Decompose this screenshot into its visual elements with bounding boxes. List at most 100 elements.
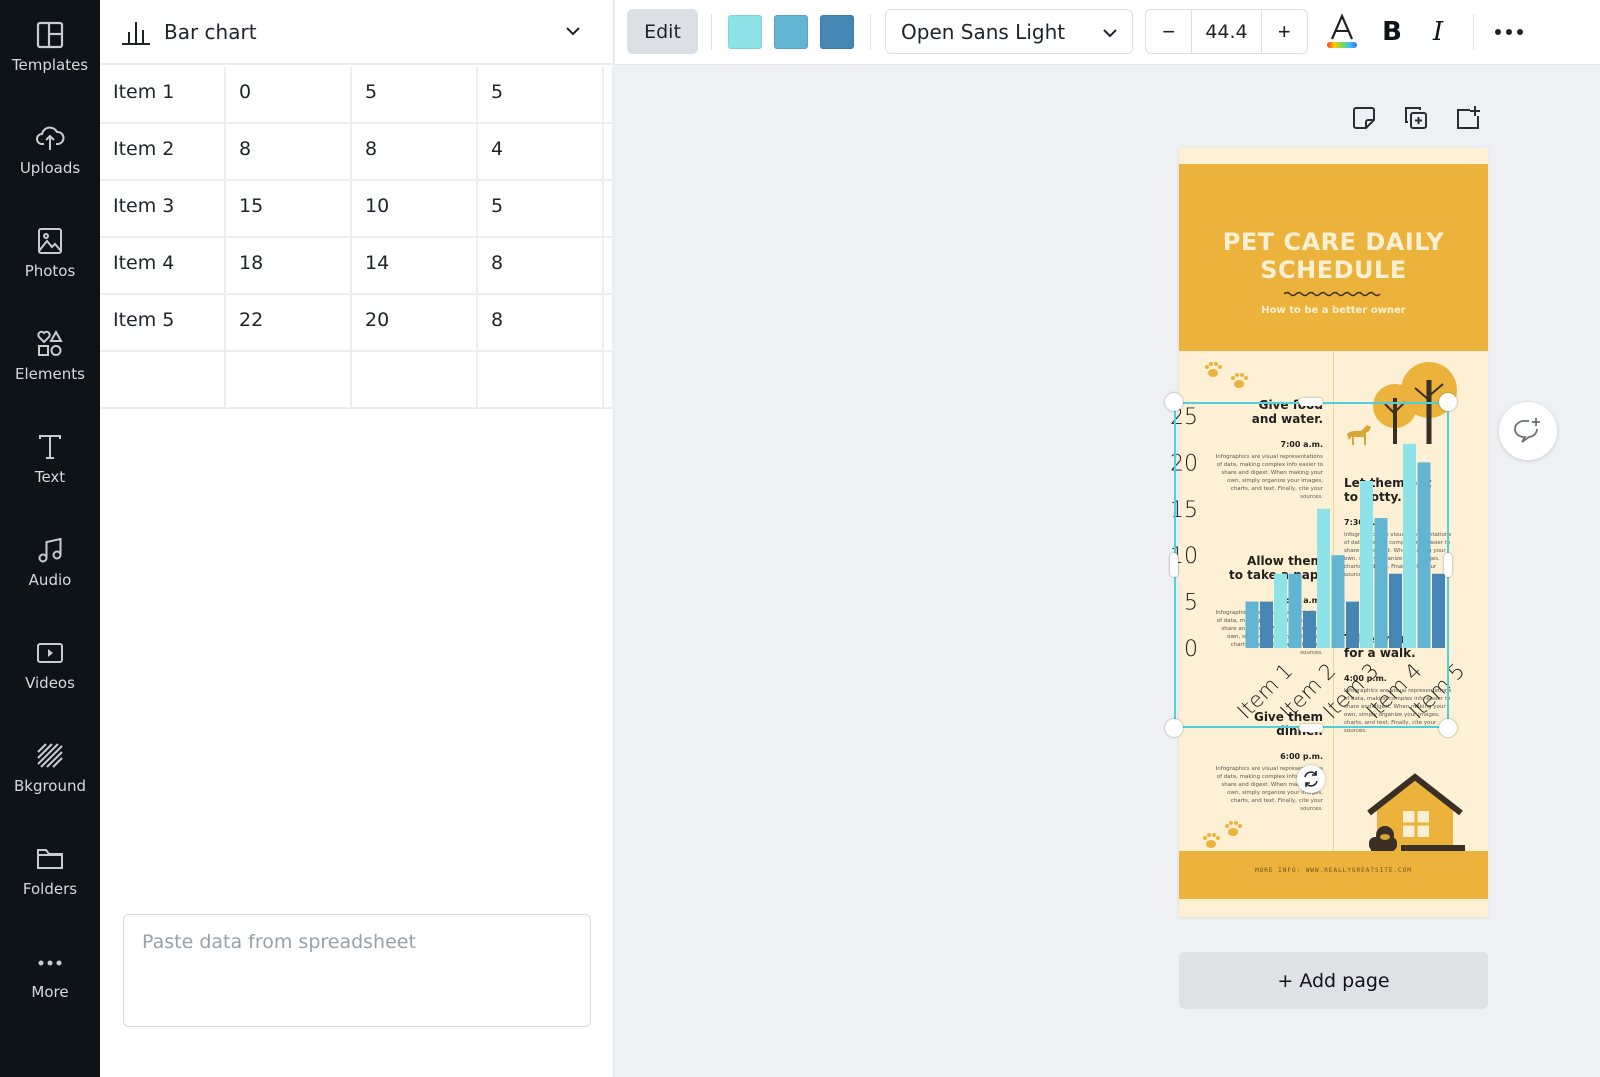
resize-handle-bottom-left[interactable] [1165, 719, 1183, 737]
decrease-font-size-button[interactable]: − [1146, 10, 1191, 53]
sidebar-label: Audio [28, 571, 72, 589]
bar-item-2-series-1[interactable] [1274, 573, 1287, 648]
resize-handle-top-left[interactable] [1165, 393, 1183, 411]
sidebar-item-elements[interactable]: Elements [0, 327, 100, 417]
value-cell[interactable]: 8 [478, 238, 604, 293]
row-label-cell[interactable]: Item 5 [100, 295, 226, 350]
more-options-button[interactable] [1491, 12, 1527, 52]
paw-prints-icon [1203, 821, 1242, 848]
bar-item-4-series-2[interactable] [1374, 518, 1388, 648]
value-cell[interactable]: 5 [478, 67, 604, 122]
shapes-icon [37, 329, 63, 356]
value-cell[interactable] [478, 352, 604, 407]
sidebar-label: Templates [11, 56, 89, 74]
chart-type-dropdown[interactable]: Bar chart [100, 0, 614, 65]
value-cell[interactable]: 4 [478, 124, 604, 179]
bar-item-5-series-2[interactable] [1417, 462, 1431, 648]
series-2-color-swatch[interactable] [774, 15, 808, 49]
resize-handle-right[interactable] [1444, 553, 1452, 577]
sidebar-item-templates[interactable]: Templates [0, 18, 100, 108]
font-family-dropdown[interactable]: Open Sans Light [885, 9, 1133, 54]
resize-handle-left[interactable] [1170, 553, 1178, 577]
add-page-button[interactable]: + Add page [1179, 952, 1488, 1009]
sidebar-label: Text [34, 468, 66, 486]
value-cell[interactable]: 20 [352, 295, 478, 350]
photo-icon [38, 228, 62, 254]
sidebar-item-audio[interactable]: Audio [0, 533, 100, 623]
add-comment-button[interactable] [1499, 402, 1557, 460]
duplicate-page-button[interactable] [1402, 104, 1430, 137]
value-cell[interactable]: 5 [352, 67, 478, 122]
value-cell[interactable]: 10 [352, 181, 478, 236]
row-label-cell[interactable]: Item 2 [100, 124, 226, 179]
bar-item-5-series-3[interactable] [1432, 573, 1445, 648]
bar-item-4-series-1[interactable] [1360, 480, 1373, 648]
resize-handle-bottom-right[interactable] [1439, 719, 1457, 737]
sidebar-item-videos[interactable]: Videos [0, 636, 100, 726]
value-cell[interactable] [604, 238, 614, 293]
rotate-handle[interactable] [1297, 765, 1325, 793]
row-label-cell[interactable]: Item 4 [100, 238, 226, 293]
design-subtitle[interactable]: How to be a better owner [1179, 305, 1488, 316]
paste-data-input[interactable] [123, 914, 591, 1027]
series-3-color-swatch[interactable] [820, 15, 854, 49]
row-label-cell[interactable]: Item 1 [100, 67, 226, 122]
sidebar-item-background[interactable]: Bkground [0, 739, 100, 829]
add-page-icon-button[interactable] [1454, 104, 1482, 137]
sidebar-item-more[interactable]: More [0, 945, 100, 1035]
bar-item-4-series-3[interactable] [1389, 573, 1402, 648]
row-label-cell[interactable]: Item 3 [100, 181, 226, 236]
value-cell[interactable]: 18 [226, 238, 352, 293]
add-page-icon [1457, 106, 1480, 129]
bar-item-1-series-3[interactable] [1260, 601, 1273, 648]
resize-handle-top-right[interactable] [1439, 393, 1457, 411]
resize-handle-bottom[interactable] [1299, 724, 1323, 732]
value-cell[interactable] [352, 352, 478, 407]
bar-item-3-series-3[interactable] [1346, 601, 1359, 648]
add-note-button[interactable] [1350, 104, 1378, 137]
edit-button[interactable]: Edit [627, 9, 698, 54]
value-cell[interactable] [604, 67, 614, 122]
text-color-icon [1327, 13, 1357, 48]
italic-button[interactable]: I [1423, 12, 1453, 52]
bar-item-2-series-3[interactable] [1303, 610, 1316, 648]
bar-item-2-series-2[interactable] [1288, 573, 1302, 648]
value-cell[interactable]: 8 [478, 295, 604, 350]
bar-item-3-series-1[interactable] [1317, 508, 1330, 648]
sidebar-item-photos[interactable]: Photos [0, 224, 100, 314]
sidebar-label: Folders [22, 880, 78, 898]
bar-item-3-series-2[interactable] [1331, 555, 1345, 648]
value-cell[interactable] [226, 352, 352, 407]
value-cell[interactable] [604, 352, 614, 407]
bar-chart[interactable]: 0510152025Item 1Item 2Item 3Item 4Item 5 [1170, 402, 1470, 728]
font-size-input[interactable]: 44.4 [1191, 10, 1262, 53]
value-cell[interactable]: 0 [226, 67, 352, 122]
table-row: Item 1055 [100, 67, 614, 124]
value-cell[interactable]: 15 [226, 181, 352, 236]
value-cell[interactable]: 5 [478, 181, 604, 236]
value-cell[interactable]: 22 [226, 295, 352, 350]
resize-handle-top[interactable] [1299, 398, 1323, 406]
increase-font-size-button[interactable]: + [1262, 10, 1307, 53]
value-cell[interactable]: 14 [352, 238, 478, 293]
bold-button[interactable]: B [1377, 12, 1407, 52]
text-color-button[interactable] [1326, 12, 1358, 52]
value-cell[interactable]: 8 [226, 124, 352, 179]
sidebar-item-text[interactable]: Text [0, 430, 100, 520]
wavy-line-decoration [1284, 291, 1381, 297]
value-cell[interactable] [604, 295, 614, 350]
bar-item-1-series-2[interactable] [1245, 601, 1259, 648]
value-cell[interactable] [604, 181, 614, 236]
background-pattern-icon [37, 743, 63, 768]
value-cell[interactable] [604, 124, 614, 179]
toolbar-divider [870, 14, 871, 50]
sidebar-item-folders[interactable]: Folders [0, 842, 100, 932]
bar-item-5-series-1[interactable] [1403, 443, 1416, 648]
footer-text[interactable]: MORE INFO: WWW.REALLYGREATSITE.COM [1179, 867, 1488, 874]
row-label-cell[interactable] [100, 352, 226, 407]
music-note-icon [38, 537, 62, 563]
series-1-color-swatch[interactable] [728, 15, 762, 49]
value-cell[interactable]: 8 [352, 124, 478, 179]
sidebar-item-uploads[interactable]: Uploads [0, 121, 100, 211]
design-title[interactable]: PET CARE DAILY SCHEDULE [1179, 228, 1488, 284]
